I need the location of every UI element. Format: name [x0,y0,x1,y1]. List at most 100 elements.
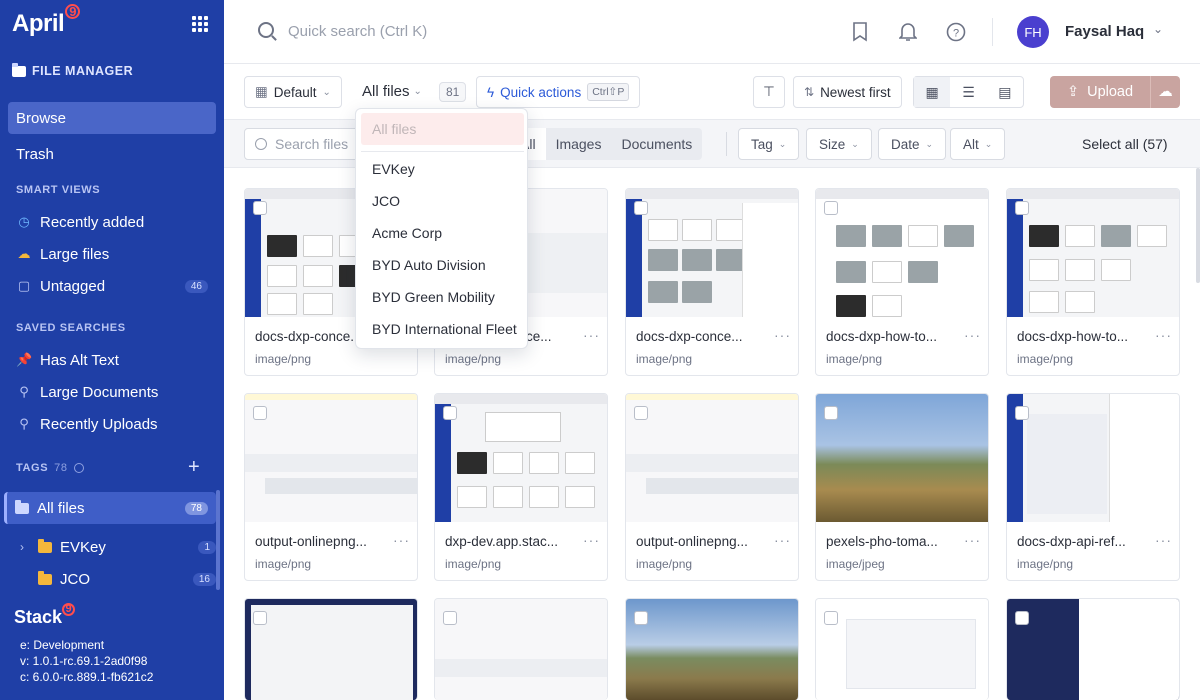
file-card[interactable]: docs-dxp-api-ref... ··· image/png [1006,393,1180,581]
select-checkbox[interactable] [634,201,648,215]
file-card[interactable]: pexels-pho-toma... ··· image/jpeg [815,393,989,581]
quick-search-input[interactable]: Quick search (Ctrl K) [288,23,427,40]
thumbnail [245,599,417,700]
chevron-right-icon[interactable]: › [20,540,30,554]
file-type: image/png [445,352,502,366]
upload-button[interactable]: ⇪ Upload ☁ [1050,76,1180,108]
file-type: image/png [445,557,502,571]
bookmark-icon[interactable] [848,20,872,44]
more-icon[interactable]: ··· [583,532,600,548]
sidebar-item-has-alt-text[interactable]: 📌 Has Alt Text [8,344,216,376]
sidebar-item-recently-uploads[interactable]: ⚲ Recently Uploads [8,408,216,440]
tag-filter[interactable]: Tag ⌄ [738,128,800,160]
file-card[interactable] [1006,598,1180,700]
add-tag-icon[interactable]: + [188,456,200,479]
select-checkbox[interactable] [1015,611,1029,625]
sidebar-item-recently-added[interactable]: ◷ Recently added [8,206,216,238]
sidebar-scrollbar[interactable] [216,490,220,590]
select-checkbox[interactable] [634,406,648,420]
dropdown-option-all-files[interactable]: All files [361,113,524,145]
pin-icon: 📌 [16,352,33,367]
tag-jco[interactable]: JCO 16 [20,565,216,593]
more-icon[interactable]: ··· [1155,327,1172,343]
select-checkbox[interactable] [443,611,457,625]
tag-evkey[interactable]: › EVKey 1 [20,533,216,561]
main-scrollbar[interactable] [1196,168,1200,283]
bell-icon[interactable] [896,20,920,44]
sort-button[interactable]: ⇅ Newest first [793,76,902,108]
tag-all-files[interactable]: All files 78 [4,492,216,524]
dropdown-option[interactable]: BYD Green Mobility [372,289,495,305]
sidebar-item-untagged[interactable]: ▢ Untagged 46 [8,270,216,302]
user-name[interactable]: Faysal Haq [1065,23,1144,40]
file-card[interactable]: dxp-dev.app.stac... ··· image/png [434,393,608,581]
search-files-input[interactable]: Search files [244,128,364,160]
dropdown-option[interactable]: EVKey [372,161,415,177]
alt-filter[interactable]: Alt ⌄ [950,128,1006,160]
sidebar-item-trash[interactable]: Trash [8,138,216,170]
select-checkbox[interactable] [443,406,457,420]
grid-view-icon[interactable]: ▦ [914,77,951,107]
file-name: docs-dxp-api-ref... [1017,534,1126,549]
select-checkbox[interactable] [824,611,838,625]
size-filter[interactable]: Size ⌄ [806,128,872,160]
select-checkbox[interactable] [1015,406,1029,420]
more-icon[interactable]: ··· [774,327,791,343]
file-card[interactable] [434,598,608,700]
file-card[interactable]: docs-dxp-how-to... ··· image/png [1006,188,1180,376]
sidebar: April 9 FILE MANAGER Browse Trash SMART V… [0,0,224,700]
sidebar-item-large-documents[interactable]: ⚲ Large Documents [8,376,216,408]
file-card[interactable]: docs-dxp-conce... ··· image/png [625,188,799,376]
dropdown-option[interactable]: JCO [372,193,400,209]
thumbnail [435,394,607,522]
cloud-upload-icon[interactable]: ☁ [1150,76,1180,108]
more-icon[interactable]: ··· [1155,532,1172,548]
select-checkbox[interactable] [253,406,267,420]
date-filter[interactable]: Date ⌄ [878,128,947,160]
file-card[interactable]: output-onlinepng... ··· image/png [244,393,418,581]
file-card[interactable] [244,598,418,700]
select-checkbox[interactable] [824,406,838,420]
dropdown-option[interactable]: Acme Corp [372,225,442,241]
sidebar-item-large-files[interactable]: ☁ Large files [8,238,216,270]
apps-grid-icon[interactable] [192,16,208,32]
all-files-dropdown-menu: All files EVKey JCO Acme Corp BYD Auto D… [355,108,528,349]
quick-actions-button[interactable]: ϟ Quick actions Ctrl⇧P [476,76,641,108]
file-card[interactable] [625,598,799,700]
view-preset-dropdown[interactable]: ▦ Default ⌄ [244,76,342,108]
file-name: docs-dxp-conce... [636,329,743,344]
help-icon[interactable]: ? [944,20,968,44]
avatar[interactable]: FH [1017,16,1049,48]
more-icon[interactable]: ··· [774,532,791,548]
more-icon[interactable]: ··· [393,532,410,548]
app-logo[interactable]: April 9 [12,4,81,38]
segment-images[interactable]: Images [546,128,612,160]
table-view-icon[interactable]: ▤ [987,77,1023,107]
select-checkbox[interactable] [1015,201,1029,215]
select-checkbox[interactable] [253,611,267,625]
file-card[interactable] [815,598,989,700]
file-name: docs-dxp-how-to... [1017,329,1129,344]
divider [726,132,727,156]
file-card[interactable]: output-onlinepng... ··· image/png [625,393,799,581]
chevron-down-icon[interactable]: ⌄ [1153,22,1163,36]
thumbnail [245,394,417,522]
thumbnail [1007,189,1179,317]
dropdown-option[interactable]: BYD International Fleet [372,321,517,337]
select-checkbox[interactable] [634,611,648,625]
sidebar-item-browse[interactable]: Browse [8,102,216,134]
select-checkbox[interactable] [253,201,267,215]
select-all-button[interactable]: Select all (57) [1082,136,1168,152]
row-height-button[interactable]: ⊤ [753,76,785,108]
lock-icon: ▢ [17,278,31,293]
file-card[interactable]: docs-dxp-how-to... ··· image/png [815,188,989,376]
more-icon[interactable]: ··· [964,327,981,343]
all-files-dropdown[interactable]: All files ⌄ [362,83,422,100]
more-icon[interactable]: ··· [583,327,600,343]
list-view-icon[interactable]: ☰ [950,77,986,107]
select-checkbox[interactable] [824,201,838,215]
view-mode-toggle: ▦ ☰ ▤ [913,76,1024,108]
segment-documents[interactable]: Documents [611,128,702,160]
dropdown-option[interactable]: BYD Auto Division [372,257,486,273]
more-icon[interactable]: ··· [964,532,981,548]
